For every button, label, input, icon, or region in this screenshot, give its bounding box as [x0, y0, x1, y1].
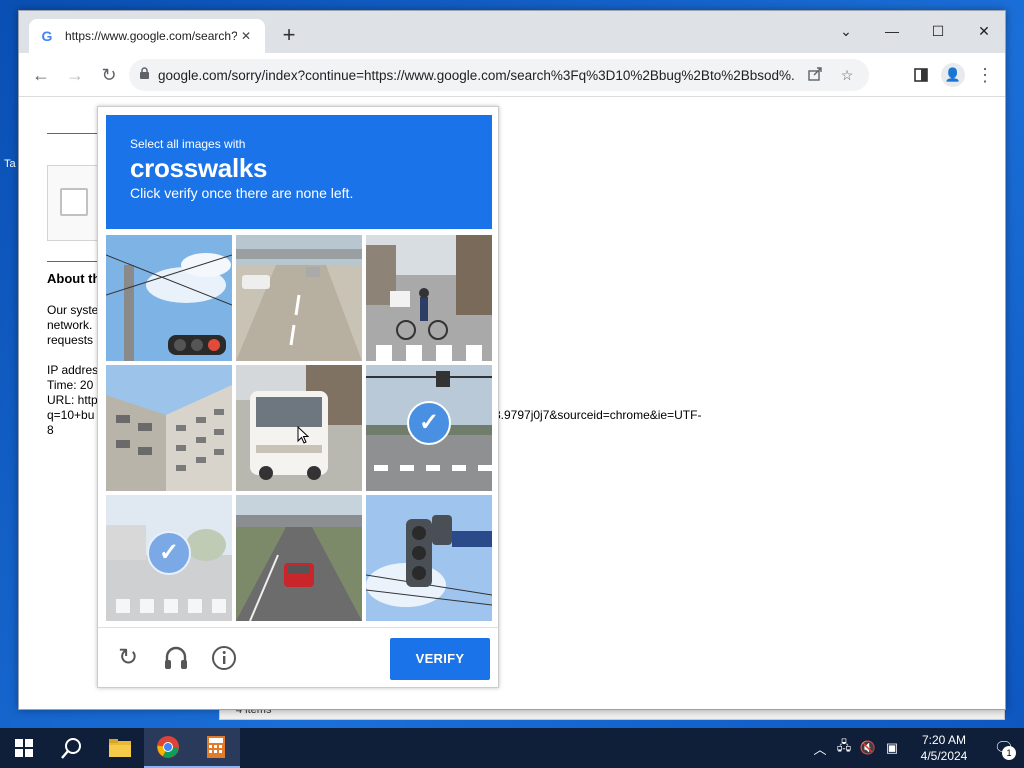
clock-date: 4/5/2024: [920, 749, 968, 763]
side-panel-icon[interactable]: [907, 61, 935, 89]
tab-close-icon[interactable]: ✕: [237, 27, 255, 45]
tile-road-traffic-light[interactable]: ✓: [366, 365, 492, 491]
verify-button[interactable]: VERIFY: [390, 638, 490, 680]
taskbar: ︿ 🖧 🔇 ▣ 7:20 AM 4/5/2024 🗨1: [0, 728, 1024, 768]
bookmark-star-icon[interactable]: ☆: [835, 67, 859, 84]
challenge-keyword: crosswalks: [130, 153, 268, 183]
url-text[interactable]: google.com/sorry/index?continue=https://…: [158, 68, 795, 83]
new-tab-button[interactable]: +: [277, 24, 301, 48]
start-button[interactable]: [0, 728, 48, 768]
tab-search-button[interactable]: ⌄: [823, 17, 869, 45]
lock-icon[interactable]: [139, 67, 150, 83]
chrome-taskbar-icon[interactable]: [144, 728, 192, 768]
forward-button[interactable]: →: [61, 61, 89, 89]
back-button[interactable]: ←: [27, 61, 55, 89]
close-window-button[interactable]: ✕: [961, 17, 1007, 45]
recaptcha-checkbox[interactable]: [60, 188, 88, 216]
url-line-3: 8: [47, 423, 54, 437]
tab-title: https://www.google.com/search?q: [65, 29, 237, 43]
profile-icon[interactable]: 👤: [939, 61, 967, 89]
clock-time: 7:20 AM: [921, 733, 967, 747]
tab-strip: G https://www.google.com/search?q ✕ + ⌄ …: [19, 11, 1005, 53]
address-bar[interactable]: google.com/sorry/index?continue=https://…: [129, 59, 869, 91]
time-line: Time: 20: [47, 378, 94, 392]
notification-count-badge: 1: [1002, 746, 1016, 760]
tile-traffic-light-wires[interactable]: [366, 495, 492, 621]
challenge-footer: ↻ VERIFY: [98, 627, 498, 687]
desktop-icon-label[interactable]: Ta: [4, 158, 16, 170]
volume-muted-icon[interactable]: 🔇: [856, 740, 880, 756]
google-favicon-icon: G: [41, 28, 53, 44]
display-icon[interactable]: ▣: [880, 740, 904, 756]
page-heading: About th: [47, 271, 101, 286]
tile-traffic-light-sky[interactable]: [106, 235, 232, 361]
url-line-2: q=10+bu: [47, 408, 95, 422]
file-explorer-icon[interactable]: [96, 728, 144, 768]
page-body-line: Our syste: [47, 303, 99, 317]
challenge-sub-instruction: Click verify once there are none left.: [130, 185, 354, 201]
network-icon[interactable]: 🖧: [832, 737, 856, 759]
page-body-line: requests: [47, 333, 94, 347]
tab-google-sorry[interactable]: G https://www.google.com/search?q ✕: [29, 19, 265, 53]
share-icon[interactable]: [803, 66, 827, 85]
challenge-instruction: Select all images with: [130, 137, 246, 151]
clock[interactable]: 7:20 AM 4/5/2024: [904, 732, 984, 764]
url-tail-text: 3.9797j0j7&sourceid=chrome&ie=UTF-: [494, 408, 702, 422]
notification-center-icon[interactable]: 🗨1: [984, 738, 1024, 760]
system-tray: ︿ 🖧 🔇 ▣ 7:20 AM 4/5/2024 🗨1: [808, 728, 1024, 768]
audio-challenge-icon[interactable]: [160, 642, 192, 674]
mouse-cursor-icon: [297, 426, 309, 444]
search-icon[interactable]: [48, 728, 96, 768]
ip-address-line: IP addres: [47, 363, 99, 377]
tile-building-facade[interactable]: [106, 365, 232, 491]
tile-red-car-road[interactable]: [236, 495, 362, 621]
challenge-header: Select all images with crosswalks Click …: [106, 115, 492, 229]
reload-button[interactable]: ↻: [95, 61, 123, 89]
page-body-line: network.: [47, 318, 93, 332]
tile-faded-crosswalk[interactable]: ✓: [106, 495, 232, 621]
url-line: URL: http: [47, 393, 98, 407]
menu-kebab-icon[interactable]: ⋮: [971, 61, 999, 89]
minimize-button[interactable]: —: [869, 17, 915, 45]
tile-highway-overpass[interactable]: [236, 235, 362, 361]
maximize-button[interactable]: ☐: [915, 17, 961, 45]
reload-challenge-icon[interactable]: ↻: [112, 642, 144, 674]
selected-check-icon: ✓: [147, 531, 191, 575]
selected-check-icon: ✓: [407, 401, 451, 445]
calculator-taskbar-icon[interactable]: [192, 728, 240, 768]
info-icon[interactable]: [208, 642, 240, 674]
tile-street-cyclist-crosswalk[interactable]: [366, 235, 492, 361]
chevron-up-icon[interactable]: ︿: [808, 739, 832, 758]
recaptcha-challenge-dialog: Select all images with crosswalks Click …: [97, 106, 499, 688]
browser-toolbar: ← → ↻ google.com/sorry/index?continue=ht…: [19, 53, 1005, 97]
